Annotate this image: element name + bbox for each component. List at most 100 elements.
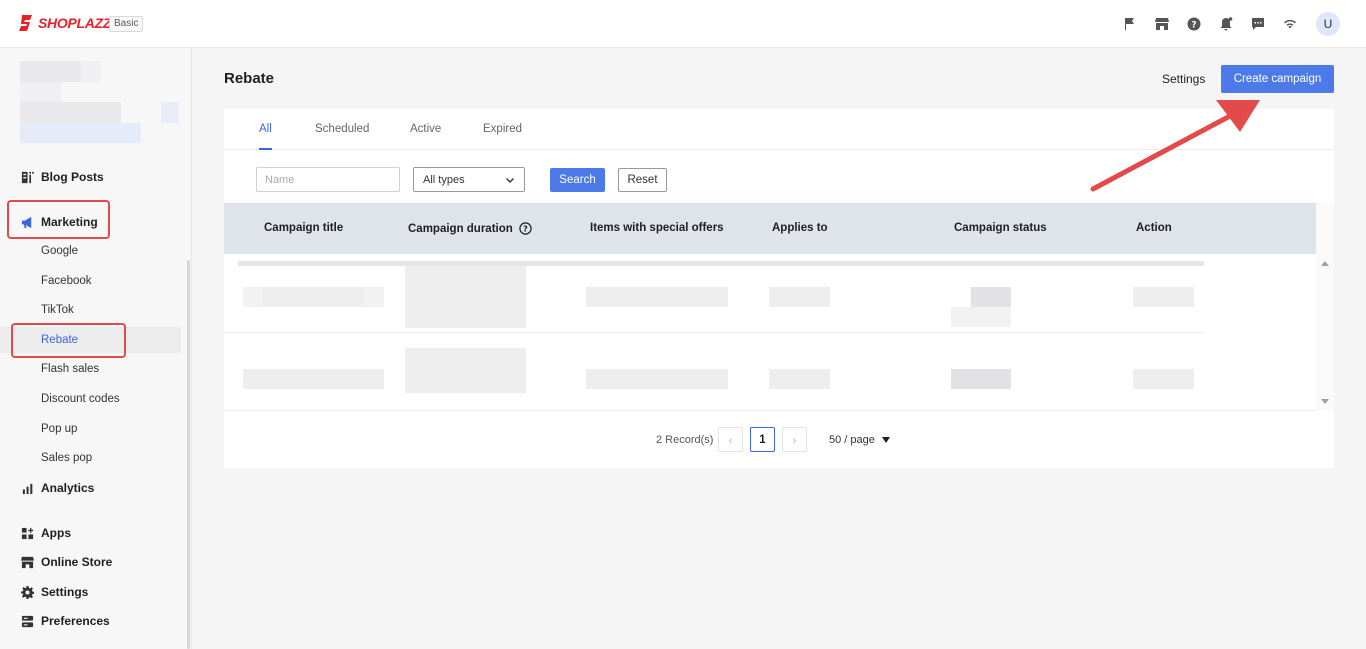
table-header: Campaign title Campaign duration ? Items… (224, 203, 1316, 254)
redacted-cell (971, 287, 1011, 307)
redacted-store-block (20, 82, 61, 102)
redacted-store-block (81, 61, 101, 82)
settings-link[interactable]: Settings (1162, 72, 1205, 86)
tab-all[interactable]: All (259, 123, 272, 150)
top-bar: SHOPLAZZA Basic ? U (0, 0, 1366, 48)
sidebar-item-label: Apps (41, 526, 71, 540)
sidebar-item-online-store[interactable]: Online Store (0, 549, 190, 575)
storefront-icon[interactable] (1146, 8, 1178, 40)
table-scrollbar[interactable] (1316, 203, 1334, 410)
sidebar-item-flash-sales[interactable]: Flash sales (0, 356, 190, 382)
sidebar-item-blog-posts[interactable]: Blog Posts (0, 164, 190, 190)
column-campaign-status: Campaign status (954, 222, 1047, 234)
preferences-icon (20, 614, 34, 628)
redacted-store-block (161, 102, 179, 123)
redacted-cell (769, 287, 830, 307)
redacted-cell (951, 307, 1011, 327)
column-campaign-duration: Campaign duration ? (408, 222, 532, 235)
status-tabs: All Scheduled Active Expired (224, 109, 1334, 150)
sidebar-item-facebook[interactable]: Facebook (0, 268, 190, 294)
chevron-left-icon: ‹ (728, 432, 733, 447)
caret-down-icon (881, 437, 890, 443)
gear-icon (20, 585, 34, 599)
sidebar: Blog Posts Marketing Google Facebook Tik… (0, 48, 192, 649)
row-divider (224, 332, 1204, 333)
help-icon[interactable]: ? (1178, 8, 1210, 40)
sidebar-item-label: Facebook (41, 275, 92, 287)
chevron-down-icon (506, 177, 514, 183)
record-count: 2 Record(s) (656, 434, 714, 446)
sidebar-item-label: Pop up (41, 423, 78, 435)
redacted-store-block (20, 61, 81, 82)
sidebar-item-label: Discount codes (41, 393, 120, 405)
sidebar-item-label: Preferences (41, 614, 110, 628)
redacted-cell (586, 369, 728, 389)
redacted-store-block (20, 123, 141, 143)
redacted-cell (405, 266, 526, 328)
svg-text:?: ? (1191, 21, 1196, 31)
sidebar-item-label: Rebate (41, 334, 79, 346)
tab-scheduled[interactable]: Scheduled (315, 123, 369, 150)
type-select-value: All types (423, 173, 465, 186)
page-size-value: 50 / page (829, 434, 875, 446)
chat-icon[interactable] (1242, 8, 1274, 40)
sidebar-item-marketing[interactable]: Marketing (0, 209, 190, 235)
redacted-cell (951, 369, 1011, 389)
prev-page-button[interactable]: ‹ (718, 427, 743, 452)
svg-text:?: ? (523, 225, 528, 234)
sidebar-item-pop-up[interactable]: Pop up (0, 416, 190, 442)
question-circle-icon[interactable]: ? (519, 222, 532, 235)
scroll-up-arrow-icon[interactable] (1321, 261, 1329, 266)
sidebar-item-preferences[interactable]: Preferences (0, 608, 190, 634)
redacted-cell (243, 369, 384, 389)
apps-icon (20, 526, 34, 540)
name-search-input[interactable] (256, 167, 400, 192)
column-campaign-title: Campaign title (264, 222, 344, 234)
page-size-select[interactable]: 50 / page (829, 434, 890, 446)
create-campaign-button[interactable]: Create campaign (1221, 65, 1334, 93)
redacted-cell (1133, 287, 1194, 307)
campaign-list-card: All Scheduled Active Expired All types S… (224, 109, 1334, 468)
tab-expired[interactable]: Expired (483, 123, 522, 150)
sidebar-item-label: Settings (41, 585, 89, 599)
flag-icon[interactable] (1114, 8, 1146, 40)
top-toolbar: ? U (1114, 0, 1366, 48)
user-avatar[interactable]: U (1316, 12, 1340, 36)
sidebar-item-label: Marketing (41, 215, 98, 229)
wifi-icon[interactable] (1274, 8, 1306, 40)
sidebar-item-tiktok[interactable]: TikTok (0, 297, 190, 323)
page-title: Rebate (224, 70, 275, 87)
reset-button[interactable]: Reset (618, 168, 667, 192)
next-page-button[interactable]: › (782, 427, 807, 452)
redacted-store-block (20, 102, 121, 123)
sidebar-item-label: Online Store (41, 555, 113, 569)
column-applies-to: Applies to (772, 222, 828, 234)
column-items-special-offers: Items with special offers (590, 222, 724, 234)
row-divider (224, 410, 1316, 411)
redacted-cell (243, 287, 263, 307)
scroll-down-arrow-icon[interactable] (1321, 399, 1329, 404)
sidebar-item-analytics[interactable]: Analytics (0, 475, 190, 501)
store-icon (20, 555, 34, 569)
type-select[interactable]: All types (413, 167, 525, 192)
notification-bell-icon[interactable] (1210, 8, 1242, 40)
tab-active[interactable]: Active (410, 123, 441, 150)
sidebar-item-sales-pop[interactable]: Sales pop (0, 445, 190, 471)
sidebar-item-apps[interactable]: Apps (0, 520, 190, 546)
redacted-cell (405, 348, 526, 393)
sidebar-item-google[interactable]: Google (0, 238, 190, 264)
sidebar-item-rebate[interactable]: Rebate (0, 327, 181, 353)
sidebar-item-settings[interactable]: Settings (0, 579, 190, 605)
shoplazza-logo-icon (19, 15, 32, 31)
page-number-button[interactable]: 1 (750, 427, 775, 452)
search-button[interactable]: Search (550, 168, 605, 192)
sidebar-item-label: Sales pop (41, 452, 93, 464)
redacted-cell (769, 369, 830, 389)
sidebar-item-label: Google (41, 245, 79, 257)
pagination: 2 Record(s) ‹ 1 › 50 / page (224, 427, 1334, 453)
bar-chart-icon (20, 481, 34, 495)
sidebar-item-discount-codes[interactable]: Discount codes (0, 386, 190, 412)
redacted-cell (364, 287, 384, 307)
sidebar-item-label: TikTok (41, 304, 74, 316)
brand-logo[interactable]: SHOPLAZZA (18, 14, 121, 32)
